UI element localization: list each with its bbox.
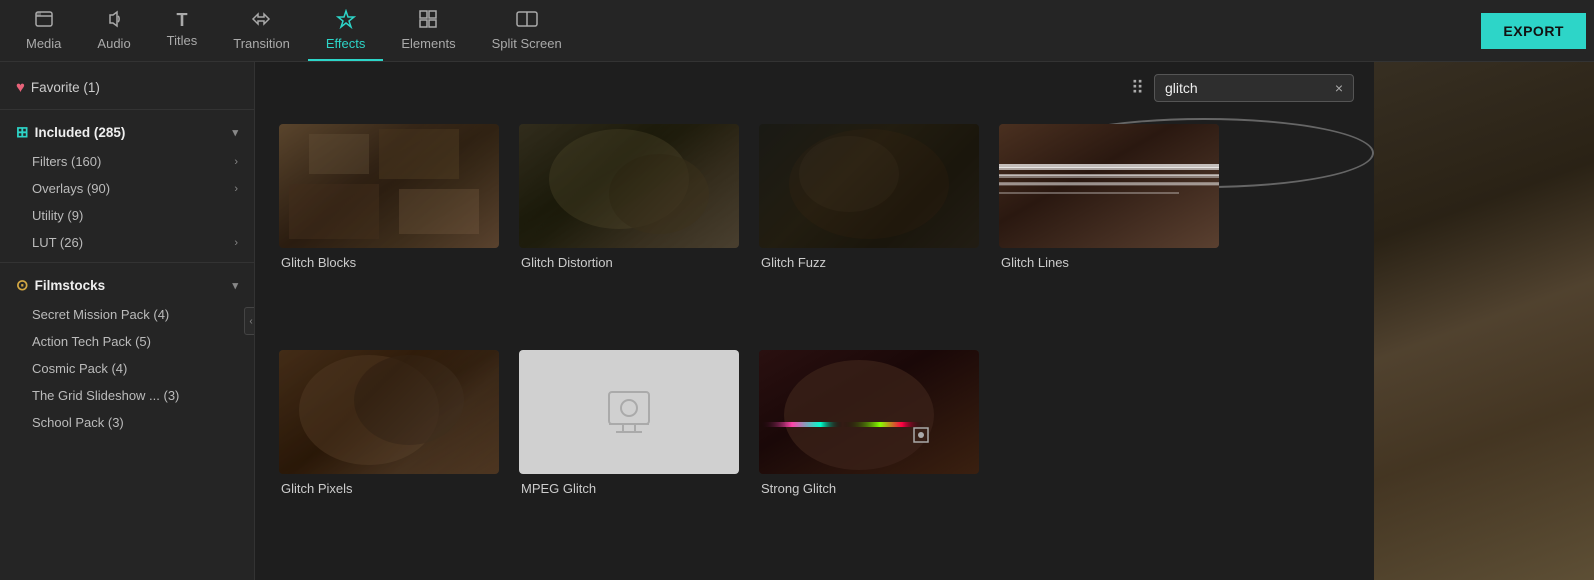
- export-button[interactable]: EXPORT: [1481, 13, 1586, 49]
- effect-name-glitch-fuzz: Glitch Fuzz: [759, 255, 979, 270]
- effect-thumb-glitch-lines: [999, 124, 1219, 248]
- grid-view-icon[interactable]: ⠿: [1131, 78, 1144, 99]
- search-clear-button[interactable]: ×: [1335, 80, 1343, 96]
- elements-icon: [418, 9, 438, 32]
- titles-icon: T: [176, 11, 187, 29]
- effect-name-mpeg-glitch: MPEG Glitch: [519, 481, 739, 496]
- preview-background: [1374, 62, 1594, 580]
- nav-item-transition[interactable]: Transition: [215, 0, 308, 61]
- effect-item-mpeg-glitch[interactable]: MPEG Glitch: [519, 350, 739, 560]
- effect-thumb-glitch-blocks: [279, 124, 499, 248]
- mpeg-glitch-placeholder: [519, 350, 739, 474]
- effect-thumb-glitch-distortion: [519, 124, 739, 248]
- media-icon: [34, 9, 54, 32]
- sidebar-filmstocks-label: Filmstocks: [35, 278, 106, 293]
- nav-item-titles[interactable]: T Titles: [149, 0, 216, 61]
- sidebar-sub-item-utility[interactable]: Utility (9): [0, 202, 254, 229]
- transition-icon: [251, 9, 273, 32]
- effect-name-strong-glitch: Strong Glitch: [759, 481, 979, 496]
- nav-item-elements[interactable]: Elements: [383, 0, 473, 61]
- nav-label-split-screen: Split Screen: [492, 36, 562, 51]
- effects-icon: [336, 9, 356, 32]
- effect-item-glitch-fuzz[interactable]: Glitch Fuzz: [759, 124, 979, 334]
- nav-label-titles: Titles: [167, 33, 198, 48]
- chevron-down-icon-filmstocks: ▾: [232, 279, 238, 292]
- sidebar-lut-label: LUT (26): [32, 235, 83, 250]
- preview-panel: [1374, 62, 1594, 580]
- search-bar: ⠿ ×: [255, 62, 1374, 114]
- sidebar-cosmic-label: Cosmic Pack (4): [32, 361, 127, 376]
- chevron-down-icon: ▾: [232, 126, 238, 139]
- search-input-wrap: ×: [1154, 74, 1354, 102]
- nav-label-media: Media: [26, 36, 61, 51]
- sidebar-action-tech-label: Action Tech Pack (5): [32, 334, 151, 349]
- sidebar-sub-item-filters[interactable]: Filters (160) ›: [0, 148, 254, 175]
- sidebar-sub-item-action-tech[interactable]: Action Tech Pack (5): [0, 328, 254, 355]
- sidebar-included-label: Included (285): [35, 125, 126, 140]
- sidebar-favorite-label: Favorite (1): [31, 80, 100, 95]
- chevron-right-icon-overlays: ›: [234, 183, 238, 195]
- sidebar-collapse-button[interactable]: ‹: [244, 307, 255, 335]
- effect-name-glitch-lines: Glitch Lines: [999, 255, 1219, 270]
- effect-name-glitch-pixels: Glitch Pixels: [279, 481, 499, 496]
- sidebar-secret-mission-label: Secret Mission Pack (4): [32, 307, 169, 322]
- main-content: ♥ Favorite (1) ⊞ Included (285) ▾ Filter…: [0, 62, 1594, 580]
- split-screen-icon: [516, 9, 538, 32]
- nav-item-media[interactable]: Media: [8, 0, 79, 61]
- sidebar-item-filmstocks[interactable]: ⊙ Filmstocks ▾: [0, 269, 254, 301]
- content-area: ⠿ ×: [255, 62, 1374, 580]
- heart-icon: ♥: [16, 79, 25, 96]
- top-nav: Media Audio T Titles Transition Effects …: [0, 0, 1594, 62]
- effect-thumb-mpeg-glitch: [519, 350, 739, 474]
- sidebar-sub-item-cosmic[interactable]: Cosmic Pack (4): [0, 355, 254, 382]
- nav-item-split-screen[interactable]: Split Screen: [474, 0, 580, 61]
- sidebar-filters-label: Filters (160): [32, 154, 101, 169]
- audio-icon: [104, 9, 124, 32]
- nav-label-audio: Audio: [97, 36, 130, 51]
- effect-item-strong-glitch[interactable]: Strong Glitch: [759, 350, 979, 560]
- sidebar-utility-label: Utility (9): [32, 208, 83, 223]
- effect-item-glitch-lines[interactable]: Glitch Lines: [999, 124, 1219, 334]
- effect-thumb-strong-glitch: [759, 350, 979, 474]
- sidebar-overlays-label: Overlays (90): [32, 181, 110, 196]
- effects-grid: Glitch Blocks: [255, 114, 1374, 580]
- filmstocks-icon: ⊙: [16, 276, 29, 294]
- effect-thumb-glitch-pixels: [279, 350, 499, 474]
- sidebar-sub-item-lut[interactable]: LUT (26) ›: [0, 229, 254, 256]
- nav-label-effects: Effects: [326, 36, 366, 51]
- chevron-right-icon-lut: ›: [234, 237, 238, 249]
- effect-item-glitch-pixels[interactable]: Glitch Pixels: [279, 350, 499, 560]
- sidebar-sub-item-school[interactable]: School Pack (3): [0, 409, 254, 436]
- sidebar-item-favorite[interactable]: ♥ Favorite (1): [0, 72, 254, 103]
- effect-thumb-glitch-fuzz: [759, 124, 979, 248]
- sidebar-sub-item-grid-slideshow[interactable]: The Grid Slideshow ... (3): [0, 382, 254, 409]
- nav-label-elements: Elements: [401, 36, 455, 51]
- sidebar-school-label: School Pack (3): [32, 415, 124, 430]
- nav-label-transition: Transition: [233, 36, 290, 51]
- search-input[interactable]: [1165, 80, 1327, 96]
- effect-name-glitch-distortion: Glitch Distortion: [519, 255, 739, 270]
- sidebar-sub-item-secret-mission[interactable]: Secret Mission Pack (4): [0, 301, 254, 328]
- sidebar: ♥ Favorite (1) ⊞ Included (285) ▾ Filter…: [0, 62, 255, 580]
- sidebar-divider-1: [0, 109, 254, 110]
- chevron-right-icon-filters: ›: [234, 156, 238, 168]
- grid-icon: ⊞: [16, 123, 29, 141]
- effect-item-glitch-distortion[interactable]: Glitch Distortion: [519, 124, 739, 334]
- nav-item-audio[interactable]: Audio: [79, 0, 148, 61]
- effect-name-glitch-blocks: Glitch Blocks: [279, 255, 499, 270]
- sidebar-item-included[interactable]: ⊞ Included (285) ▾: [0, 116, 254, 148]
- sidebar-divider-2: [0, 262, 254, 263]
- nav-item-effects[interactable]: Effects: [308, 0, 384, 61]
- sidebar-grid-slideshow-label: The Grid Slideshow ... (3): [32, 388, 179, 403]
- effect-item-glitch-blocks[interactable]: Glitch Blocks: [279, 124, 499, 334]
- sidebar-sub-item-overlays[interactable]: Overlays (90) ›: [0, 175, 254, 202]
